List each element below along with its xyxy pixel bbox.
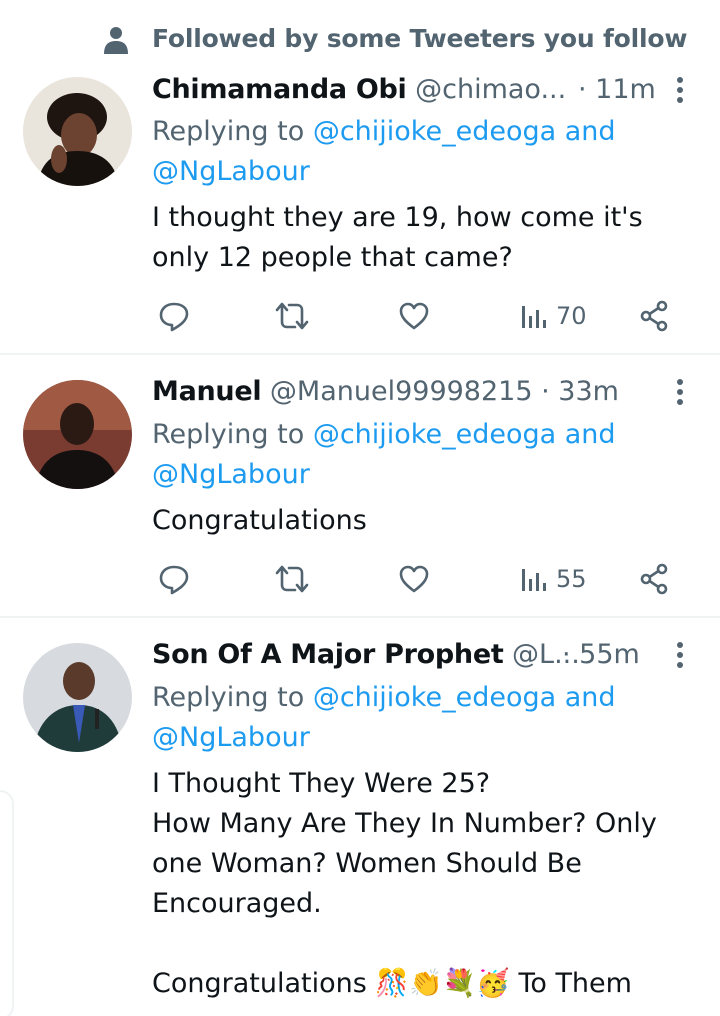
floating-card-edge	[0, 790, 14, 1016]
avatar[interactable]	[23, 77, 132, 186]
and-text: and	[556, 682, 616, 713]
timestamp[interactable]: · 55m	[562, 637, 640, 673]
replying-to: Replying to @chijioke_edeoga and	[152, 112, 616, 152]
replying-to: Replying to @chijioke_edeoga and	[152, 415, 616, 455]
person-icon	[104, 27, 128, 54]
more-options-icon[interactable]	[670, 640, 690, 670]
replying-label: Replying to	[152, 419, 313, 450]
avatar[interactable]	[23, 643, 132, 752]
view-count: 70	[556, 302, 587, 330]
avatar[interactable]	[23, 380, 132, 489]
display-name[interactable]: Son Of A Major Prophet	[152, 639, 504, 670]
reply-button[interactable]	[158, 294, 190, 338]
display-name[interactable]: Manuel	[152, 376, 262, 407]
tweet-text: I Thought They Were 25? How Many Are The…	[152, 768, 657, 999]
replying-to-continued: @NgLabour	[152, 455, 310, 495]
more-options-icon[interactable]	[670, 75, 690, 105]
share-icon	[640, 563, 668, 595]
views-button[interactable]: 70	[520, 294, 587, 338]
timestamp[interactable]: · 11m	[578, 72, 656, 108]
retweet-icon	[275, 302, 309, 330]
more-options-icon[interactable]	[670, 377, 690, 407]
user-handle[interactable]: @Manuel99998215	[270, 376, 533, 407]
tweet-header: Son Of A Major Prophet @L... · 55m	[152, 637, 640, 673]
share-icon	[640, 300, 668, 332]
reply-icon	[159, 565, 189, 595]
tweet-actions: 55	[0, 557, 720, 601]
tweet-actions: 70	[0, 294, 720, 338]
divider	[0, 353, 720, 355]
share-button[interactable]	[638, 294, 670, 338]
tweet-text: Congratulations	[152, 505, 367, 536]
tweet-header: Manuel @Manuel99998215 · 33m	[152, 374, 619, 410]
views-button[interactable]: 55	[520, 557, 587, 601]
replying-to: Replying to @chijioke_edeoga and	[152, 678, 616, 718]
social-context-text: Followed by some Tweeters you follow	[152, 24, 688, 53]
and-text: and	[556, 116, 616, 147]
replying-label: Replying to	[152, 682, 313, 713]
mention-link[interactable]: @chijioke_edeoga	[313, 419, 556, 450]
mention-link[interactable]: @NgLabour	[152, 156, 310, 187]
timestamp[interactable]: · 33m	[533, 376, 619, 407]
user-handle[interactable]: @chimao...	[415, 74, 566, 105]
heart-icon	[399, 565, 429, 593]
reply-button[interactable]	[158, 557, 190, 601]
like-button[interactable]	[398, 294, 430, 338]
mention-link[interactable]: @NgLabour	[152, 459, 310, 490]
like-button[interactable]	[398, 557, 430, 601]
display-name[interactable]: Chimamanda Obi	[152, 74, 407, 105]
heart-icon	[399, 302, 429, 330]
replying-label: Replying to	[152, 116, 313, 147]
retweet-button[interactable]	[273, 294, 311, 338]
analytics-icon	[522, 306, 546, 328]
retweet-button[interactable]	[273, 557, 311, 601]
replying-to-continued: @NgLabour	[152, 718, 310, 758]
divider	[0, 616, 720, 618]
retweet-icon	[275, 565, 309, 593]
mention-link[interactable]: @chijioke_edeoga	[313, 116, 556, 147]
tweet-header: Chimamanda Obi @chimao... · 11m	[152, 72, 656, 108]
share-button[interactable]	[638, 557, 670, 601]
and-text: and	[556, 419, 616, 450]
tweet-text: I thought they are 19, how come it's onl…	[152, 202, 643, 273]
mention-link[interactable]: @chijioke_edeoga	[313, 682, 556, 713]
reply-icon	[159, 302, 189, 332]
replying-to-continued: @NgLabour	[152, 152, 310, 192]
mention-link[interactable]: @NgLabour	[152, 722, 310, 753]
social-context-row: Followed by some Tweeters you follow	[0, 0, 720, 68]
view-count: 55	[556, 565, 587, 593]
analytics-icon	[522, 569, 546, 591]
